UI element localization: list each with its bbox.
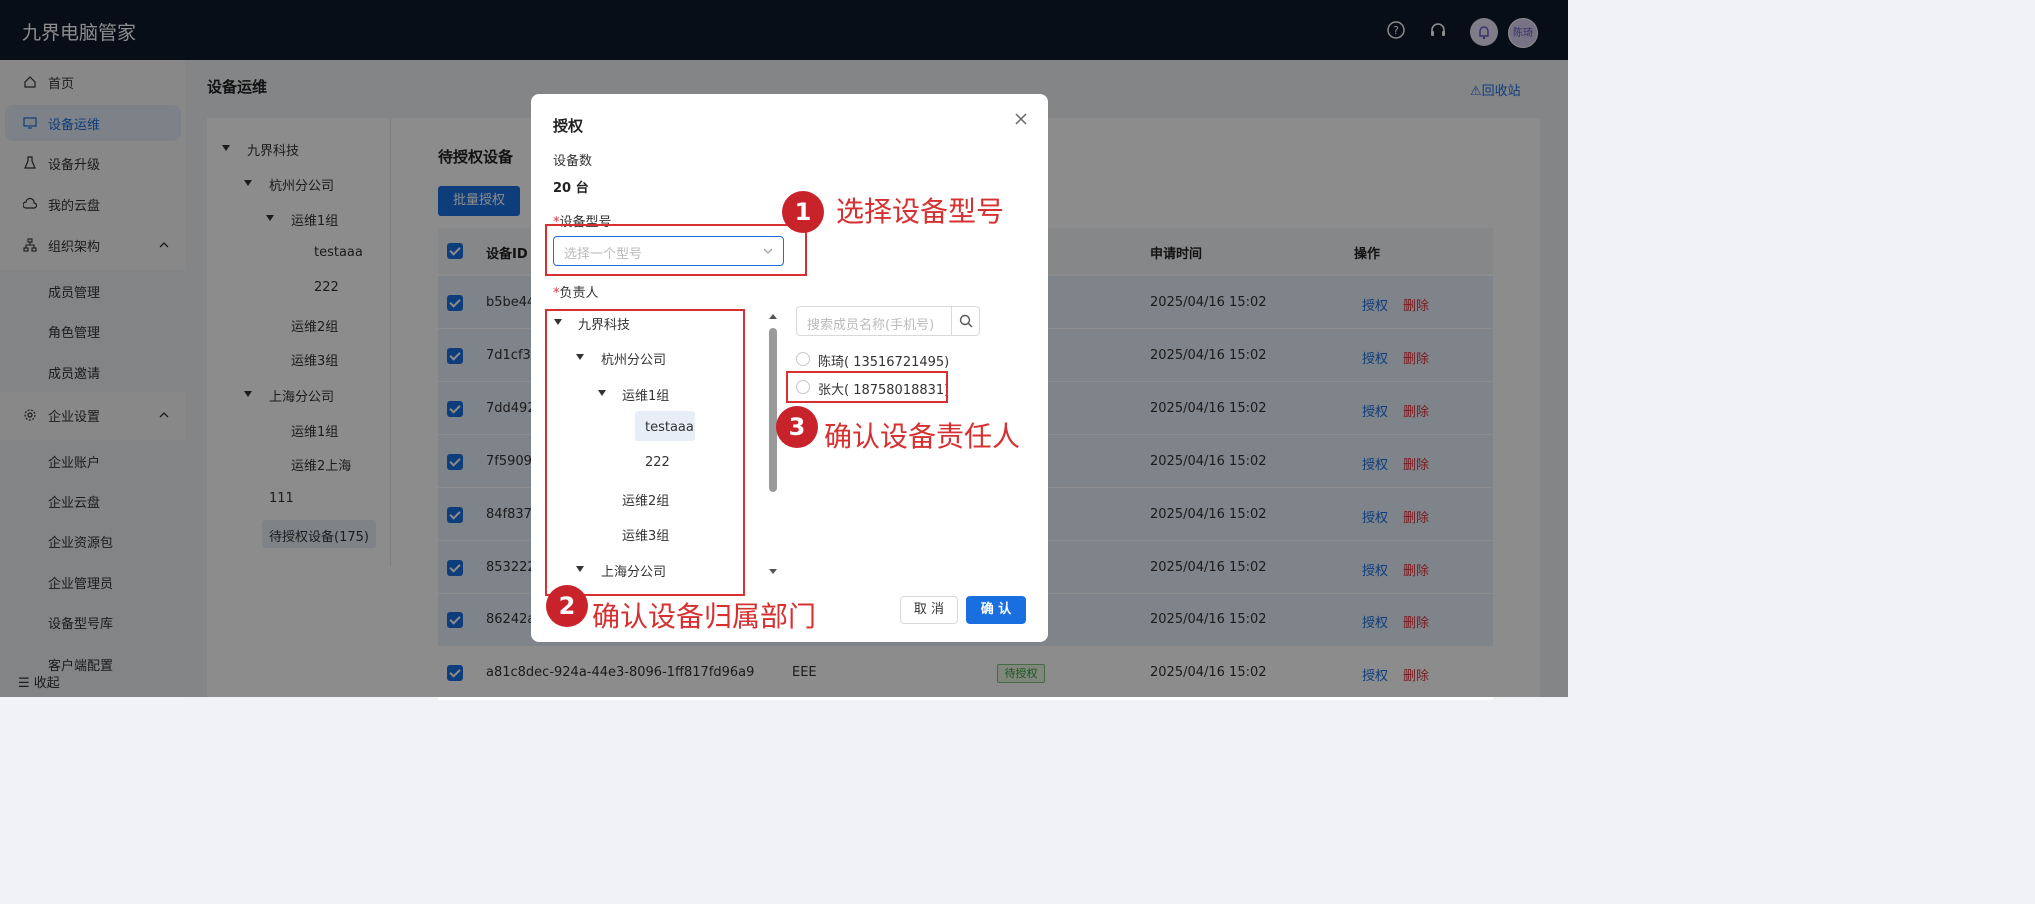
confirm-button[interactable]: 确 认 (966, 596, 1026, 624)
member-search-input[interactable]: 搜索成员名称(手机号) (796, 306, 952, 336)
member-option[interactable]: 陈琦( 13516721495) (818, 351, 949, 370)
search-button[interactable] (951, 306, 980, 336)
device-count-label: 设备数 (553, 154, 593, 169)
owner-label: *负责人 (553, 286, 599, 301)
member-radio[interactable] (796, 352, 810, 366)
annotation-box-2 (545, 309, 745, 596)
device-count-value: 20 台 (553, 181, 589, 196)
annotation-text-1: 选择设备型号 (836, 195, 1005, 228)
scroll-thumb[interactable] (769, 328, 777, 492)
search-icon (959, 314, 973, 328)
annotation-number-3: 3 (776, 406, 818, 448)
scroll-down-arrow-icon[interactable] (768, 568, 778, 576)
scroll-up-arrow-icon[interactable] (768, 312, 778, 320)
search-placeholder: 搜索成员名称(手机号) (807, 318, 935, 333)
annotation-box-3 (786, 371, 948, 403)
annotation-text-2: 确认设备归属部门 (592, 600, 817, 633)
cancel-button[interactable]: 取 消 (900, 596, 958, 624)
close-icon[interactable] (1012, 110, 1030, 128)
owner-label-text: 负责人 (559, 286, 599, 301)
annotation-number-2: 2 (546, 585, 588, 627)
annotation-number-1: 1 (782, 191, 824, 233)
annotation-text-3: 确认设备责任人 (824, 420, 1021, 453)
annotation-box-1 (545, 224, 807, 276)
dialog-title: 授权 (553, 117, 584, 135)
